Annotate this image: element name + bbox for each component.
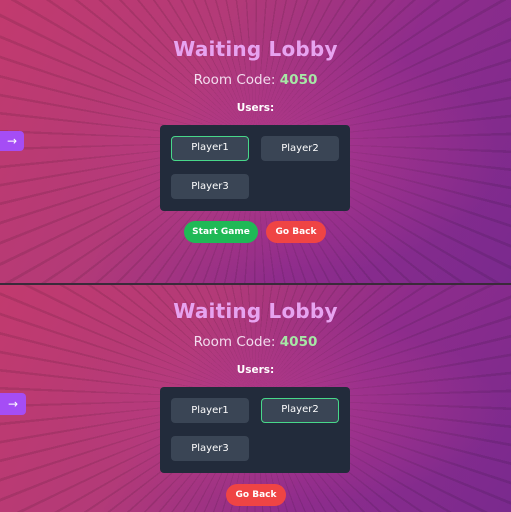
users-label: Users:: [236, 102, 275, 114]
arrow-right-icon: →: [7, 397, 19, 411]
room-code-label: Room Code:: [193, 72, 276, 88]
page-title: Waiting Lobby: [173, 299, 338, 323]
room-code-value: 4050: [279, 72, 318, 88]
user-chip-player1[interactable]: Player1: [171, 136, 249, 161]
room-code-line: Room Code: 4050: [0, 334, 511, 350]
users-list: Player1 Player2 Player3: [160, 387, 350, 473]
users-label: Users:: [236, 364, 275, 376]
arrow-right-icon: →: [6, 134, 18, 148]
room-code-value: 4050: [279, 334, 318, 350]
page-title: Waiting Lobby: [173, 37, 338, 61]
user-chip-player2[interactable]: Player2: [261, 136, 339, 161]
side-arrow-button[interactable]: →: [0, 393, 26, 415]
room-code-label: Room Code:: [193, 334, 276, 350]
user-chip-player2[interactable]: Player2: [261, 398, 339, 423]
lobby-screen-2: Waiting Lobby Room Code: 4050 Users: → P…: [0, 285, 511, 512]
side-arrow-button[interactable]: →: [0, 131, 24, 151]
user-chip-player3[interactable]: Player3: [171, 436, 249, 461]
lobby-screen-1: Waiting Lobby Room Code: 4050 Users: → P…: [0, 0, 511, 283]
user-chip-player3[interactable]: Player3: [171, 174, 249, 199]
user-chip-player1[interactable]: Player1: [171, 398, 249, 423]
go-back-button[interactable]: Go Back: [266, 221, 326, 243]
users-list: Player1 Player2 Player3: [160, 125, 350, 211]
go-back-button[interactable]: Go Back: [226, 484, 286, 506]
start-game-button[interactable]: Start Game: [184, 221, 258, 243]
room-code-line: Room Code: 4050: [0, 72, 511, 88]
